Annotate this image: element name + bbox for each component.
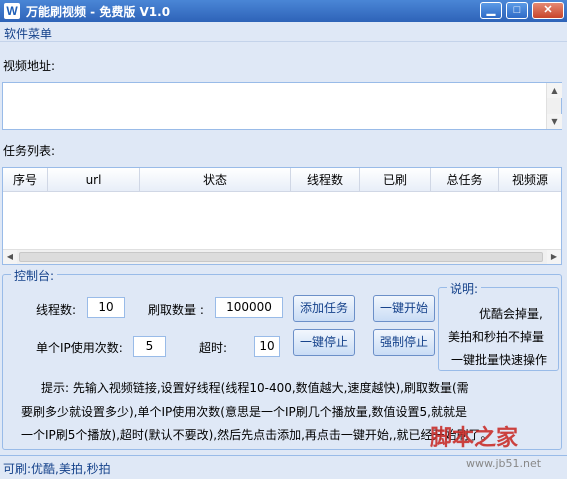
- threads-label: 线程数:: [36, 303, 77, 317]
- explanation-line: 一键批量快速操作: [451, 353, 548, 367]
- task-list-header: 序号 url 状态 线程数 已刷 总任务 视频源: [3, 168, 561, 192]
- task-list-scrollbar[interactable]: ◀ ▶: [3, 249, 561, 264]
- video-address-scrollbar[interactable]: ▲ ▼: [546, 83, 562, 129]
- column-header-total[interactable]: 总任务: [431, 168, 499, 192]
- menu-bar: 软件菜单: [0, 22, 567, 42]
- menu-software[interactable]: 软件菜单: [4, 25, 52, 42]
- stop-all-button[interactable]: 一键停止: [293, 329, 355, 356]
- column-header-url[interactable]: url: [48, 168, 140, 192]
- watermark-logo: 脚本之家: [430, 425, 519, 451]
- start-all-button[interactable]: 一键开始: [373, 295, 435, 322]
- column-header-done[interactable]: 已刷: [360, 168, 431, 192]
- main-window: W 万能刷视频 - 免费版 V1.0 ▁ □ ✕ 软件菜单 视频地址: ▲ ▼ …: [0, 0, 567, 479]
- watermark-url: www.jb51.net: [466, 457, 542, 470]
- per-ip-input[interactable]: 5: [133, 336, 166, 357]
- per-ip-label: 单个IP使用次数:: [36, 341, 123, 355]
- task-list-table[interactable]: 序号 url 状态 线程数 已刷 总任务 视频源 ◀ ▶: [2, 167, 562, 265]
- explanation-line: 美拍和秒拍不掉量: [448, 330, 545, 344]
- force-stop-button[interactable]: 强制停止: [373, 329, 435, 356]
- threads-input[interactable]: 10: [87, 297, 125, 318]
- timeout-input[interactable]: 10: [254, 336, 280, 357]
- title-bar[interactable]: W 万能刷视频 - 免费版 V1.0 ▁ □ ✕: [0, 0, 567, 22]
- column-header-index[interactable]: 序号: [3, 168, 48, 192]
- scroll-left-icon[interactable]: ◀: [3, 250, 17, 264]
- minimize-button[interactable]: ▁: [480, 2, 502, 19]
- video-address-input[interactable]: ▲ ▼: [2, 82, 562, 130]
- app-icon: W: [4, 3, 20, 19]
- tip-line: 提示: 先输入视频链接,设置好线程(线程10-400,数值越大,速度越快),刷取…: [41, 381, 469, 395]
- column-header-status[interactable]: 状态: [140, 168, 291, 192]
- maximize-button[interactable]: □: [506, 2, 528, 19]
- explanation-legend: 说明:: [447, 280, 482, 297]
- column-header-threads[interactable]: 线程数: [291, 168, 360, 192]
- task-list-label: 任务列表:: [3, 144, 56, 158]
- column-header-source[interactable]: 视频源: [499, 168, 561, 192]
- count-label: 刷取数量 :: [148, 303, 204, 317]
- window-title: 万能刷视频 - 免费版 V1.0: [26, 5, 171, 19]
- scrollbar-thumb[interactable]: [19, 252, 543, 262]
- count-input[interactable]: 100000: [215, 297, 283, 318]
- tip-line: 要刷多少就设置多少),单个IP使用次数(意思是一个IP刷几个播放量,数值设置5,…: [21, 405, 467, 419]
- explanation-line: 优酷会掉量,: [479, 307, 543, 321]
- explanation-box: 说明: 优酷会掉量, 美拍和秒拍不掉量 一键批量快速操作: [438, 280, 559, 371]
- control-panel-legend: 控制台:: [11, 267, 58, 284]
- scroll-down-icon[interactable]: ▼: [547, 114, 562, 129]
- status-text: 可刷:优酷,美拍,秒拍: [3, 462, 111, 476]
- close-button[interactable]: ✕: [532, 2, 564, 19]
- scroll-up-icon[interactable]: ▲: [547, 83, 562, 98]
- add-task-button[interactable]: 添加任务: [293, 295, 355, 322]
- scroll-right-icon[interactable]: ▶: [547, 250, 561, 264]
- timeout-label: 超时:: [199, 341, 228, 355]
- video-address-label: 视频地址:: [3, 59, 56, 73]
